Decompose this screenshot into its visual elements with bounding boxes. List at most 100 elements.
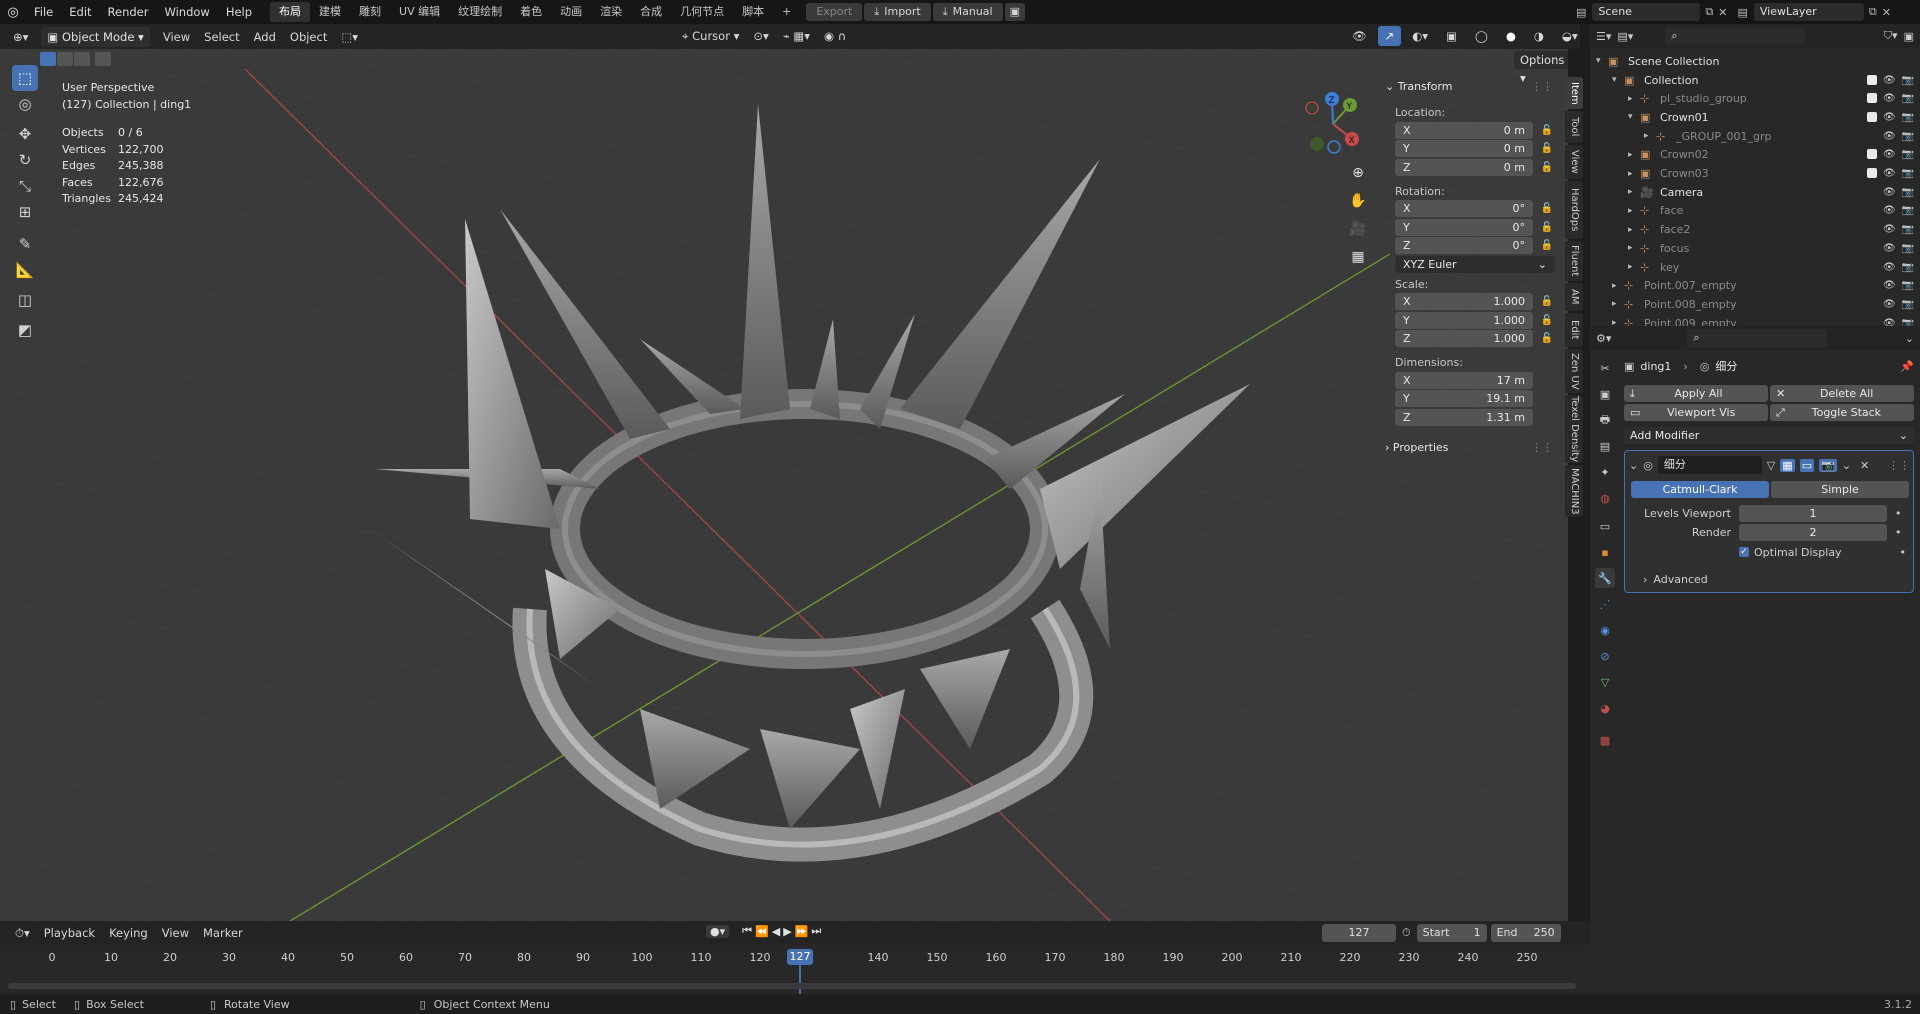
- outliner-row[interactable]: ▸ 🎥 Camera 👁 📷: [1590, 183, 1920, 202]
- eye-icon[interactable]: 👁: [1883, 168, 1896, 179]
- eye-icon[interactable]: 👁: [1883, 262, 1896, 273]
- rotate-tool-icon[interactable]: ↻: [12, 147, 38, 173]
- modifier-name-input[interactable]: 细分: [1657, 456, 1762, 474]
- expand-arrow-icon[interactable]: ▸: [1628, 94, 1640, 104]
- annotate-tool-icon[interactable]: ✎: [12, 231, 38, 257]
- blender-logo-icon[interactable]: ◎: [0, 5, 26, 20]
- expand-arrow-icon[interactable]: ▸: [1628, 150, 1640, 160]
- physics-tab-icon[interactable]: ◉: [1595, 620, 1615, 640]
- modifier-tab-icon[interactable]: 🔧: [1595, 568, 1615, 588]
- outliner-row[interactable]: ▸ ⊹ Point.007_empty 👁 📷: [1590, 276, 1920, 295]
- add-cube-tool-icon[interactable]: ◫: [12, 287, 38, 313]
- visibility-icon[interactable]: 👁▾: [1345, 26, 1374, 63]
- expand-arrow-icon[interactable]: ▾: [1628, 112, 1640, 122]
- output-tab-icon[interactable]: 🖶: [1595, 410, 1615, 430]
- outliner-row[interactable]: ▾ ▣ Collection 👁 📷: [1590, 71, 1920, 90]
- rotation-mode-dropdown[interactable]: XYZ Euler ⌄: [1395, 255, 1555, 273]
- add-workspace-button[interactable]: +: [773, 2, 800, 22]
- pin-icon[interactable]: 📌: [1900, 360, 1914, 373]
- dimensions-z-field[interactable]: Z 1.31 m: [1395, 408, 1533, 426]
- properties-editor-icon[interactable]: ⚙▾: [1596, 332, 1611, 345]
- rotation-y-field[interactable]: Y 0°: [1395, 218, 1533, 236]
- expand-arrow-icon[interactable]: ▸: [1628, 169, 1640, 179]
- optimal-display-checkbox[interactable]: ✓: [1739, 547, 1749, 557]
- eye-icon[interactable]: 👁: [1883, 75, 1896, 86]
- viewport-vis-button[interactable]: ▭ Viewport Vis: [1624, 404, 1768, 421]
- toggle-stack-button[interactable]: ⤢ Toggle Stack: [1770, 404, 1914, 421]
- zoom-icon[interactable]: ⊕: [1346, 159, 1370, 187]
- workspace-tab[interactable]: 合成: [631, 2, 671, 22]
- camera-restrict-icon[interactable]: 📷: [1902, 224, 1914, 235]
- collapse-chevron-icon[interactable]: ⌄: [1629, 459, 1638, 472]
- lock-icon[interactable]: 🔓: [1539, 296, 1555, 307]
- outliner-row[interactable]: ▾ ▣ Scene Collection: [1590, 52, 1920, 71]
- transform-orientation-icon[interactable]: ⬚▾: [334, 27, 365, 47]
- export-button[interactable]: Export: [806, 3, 863, 21]
- select-tool-icon[interactable]: ⬚: [12, 65, 38, 91]
- workspace-tab[interactable]: 雕刻: [350, 2, 390, 22]
- delete-viewlayer-icon[interactable]: ✕: [1882, 6, 1891, 19]
- select-extend-icon[interactable]: [57, 52, 73, 66]
- scale-y-field[interactable]: Y 1.000: [1395, 311, 1533, 329]
- add-modifier-dropdown[interactable]: Add Modifier ⌄: [1624, 427, 1914, 444]
- outliner-row[interactable]: ▸ ⊹ focus 👁 📷: [1590, 239, 1920, 258]
- menu-file[interactable]: File: [26, 0, 61, 24]
- transform-tool-icon[interactable]: ⊞: [12, 199, 38, 225]
- collapse-chevron-icon[interactable]: ⌄: [1385, 80, 1398, 93]
- camera-restrict-icon[interactable]: 📷: [1902, 205, 1914, 216]
- outliner-row[interactable]: ▸ ⊹ key 👁 📷: [1590, 258, 1920, 277]
- workspace-tab[interactable]: 着色: [511, 2, 551, 22]
- scale-tool-icon[interactable]: ⤡: [12, 173, 38, 199]
- render-toggle-icon[interactable]: 📷: [1819, 458, 1837, 472]
- expand-arrow-icon[interactable]: ▸: [1628, 262, 1640, 272]
- overlays-icon[interactable]: ◐▾: [1405, 26, 1435, 46]
- eye-icon[interactable]: 👁: [1883, 187, 1896, 198]
- eye-icon[interactable]: 👁: [1883, 149, 1896, 160]
- viewport-menu-view[interactable]: View: [156, 27, 197, 47]
- pan-hand-icon[interactable]: ✋: [1346, 187, 1370, 215]
- scale-z-field[interactable]: Z 1.000: [1395, 330, 1533, 348]
- outliner-row[interactable]: ▸ ▣ Crown02 👁 📷: [1590, 146, 1920, 165]
- select-new-icon[interactable]: [40, 52, 56, 66]
- collection-tab-icon[interactable]: ▭: [1595, 516, 1615, 536]
- drag-handle-icon[interactable]: ⋮⋮: [1531, 441, 1553, 454]
- folder-icon[interactable]: ▣: [1004, 3, 1026, 21]
- levels-viewport-field[interactable]: 1: [1739, 505, 1887, 522]
- keyframe-dot-icon[interactable]: •: [1895, 507, 1902, 520]
- options-dropdown[interactable]: Options ▾: [1514, 51, 1568, 85]
- scale-x-field[interactable]: X 1.000: [1395, 293, 1533, 311]
- expand-arrow-icon[interactable]: ▸: [1628, 206, 1640, 216]
- advanced-section-toggle[interactable]: Advanced: [1653, 573, 1707, 586]
- eye-icon[interactable]: 👁: [1883, 280, 1896, 291]
- viewlayer-selector[interactable]: ViewLayer: [1753, 3, 1864, 21]
- manual-button[interactable]: ⤓ Manual: [932, 3, 1003, 21]
- outliner-row[interactable]: ▸ ⊹ _GROUP_001_grp 👁 📷: [1590, 127, 1920, 146]
- data-tab-icon[interactable]: ▽: [1595, 672, 1615, 692]
- transform-panel-title[interactable]: Transform: [1398, 80, 1453, 93]
- camera-restrict-icon[interactable]: 📷: [1902, 112, 1914, 123]
- lock-icon[interactable]: 🔓: [1539, 222, 1555, 233]
- sidebar-tab-machin3[interactable]: MACHIN3: [1565, 465, 1583, 517]
- crown-model[interactable]: [0, 49, 1568, 921]
- camera-restrict-icon[interactable]: 📷: [1902, 243, 1914, 254]
- proportional-edit-icon[interactable]: ◉ ∩: [817, 26, 853, 46]
- delete-scene-icon[interactable]: ✕: [1718, 6, 1727, 19]
- render-tab-icon[interactable]: ▣: [1595, 384, 1615, 404]
- camera-restrict-icon[interactable]: 📷: [1902, 168, 1914, 179]
- expand-arrow-icon[interactable]: ▸: [1612, 281, 1624, 291]
- camera-restrict-icon[interactable]: 📷: [1902, 280, 1914, 291]
- eye-icon[interactable]: 👁: [1883, 299, 1896, 310]
- workspace-tab[interactable]: 动画: [551, 2, 591, 22]
- expand-arrow-icon[interactable]: ▸: [1612, 299, 1624, 309]
- sidebar-tab-fluent[interactable]: Fluent: [1565, 241, 1583, 281]
- workspace-tab[interactable]: 几何节点: [671, 2, 733, 22]
- sidebar-tab-texel-density[interactable]: Texel Density: [1565, 395, 1583, 463]
- menu-edit[interactable]: Edit: [61, 0, 99, 24]
- outliner-row[interactable]: ▸ ⊹ Point.008_empty 👁 📷: [1590, 295, 1920, 314]
- properties-search-input[interactable]: ⌕: [1687, 329, 1828, 347]
- cursor-tool-icon[interactable]: ◎: [12, 91, 38, 117]
- workspace-tab[interactable]: UV 编辑: [390, 2, 449, 22]
- viewport-menu-add[interactable]: Add: [247, 27, 283, 47]
- expand-arrow-icon[interactable]: ▸: [1628, 187, 1640, 197]
- apply-all-button[interactable]: ⤓ Apply All: [1624, 385, 1768, 402]
